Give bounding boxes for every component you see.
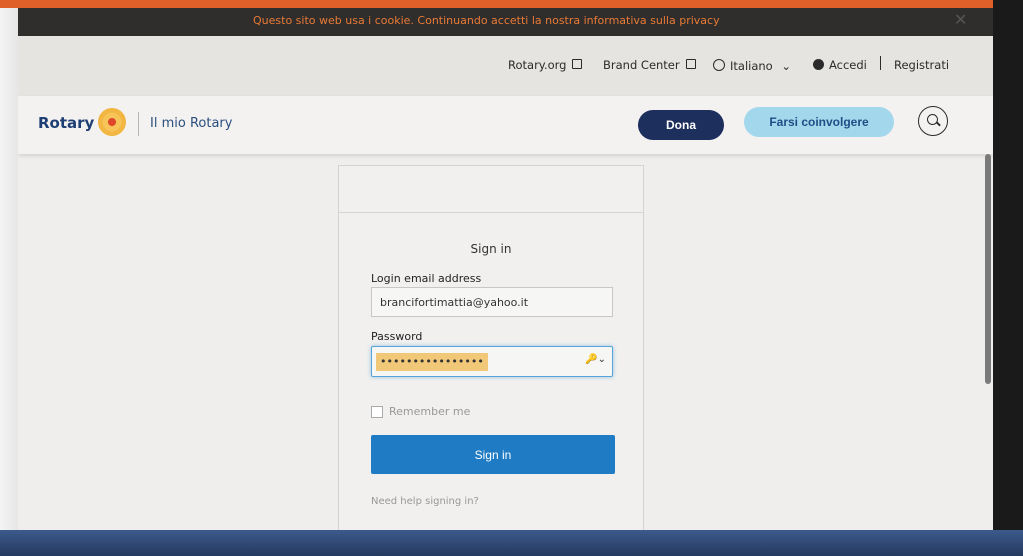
password-value: •••••••••••••••• bbox=[376, 353, 488, 371]
login-link[interactable]: Accedi bbox=[813, 58, 867, 72]
chevron-down-icon: ⌄ bbox=[781, 59, 792, 73]
header-divider bbox=[138, 112, 139, 136]
rotary-org-link[interactable]: Rotary.org bbox=[508, 58, 583, 72]
brand-center-label: Brand Center bbox=[603, 58, 680, 72]
search-button[interactable] bbox=[918, 106, 948, 136]
signin-title: Sign in bbox=[470, 242, 512, 256]
scrollbar[interactable] bbox=[985, 154, 991, 384]
panel-header bbox=[339, 166, 643, 213]
brand-center-link[interactable]: Brand Center bbox=[603, 58, 696, 72]
nav-separator bbox=[880, 56, 881, 70]
photo-frame-top bbox=[0, 0, 1023, 8]
user-icon bbox=[813, 59, 824, 70]
register-link[interactable]: Registrati bbox=[894, 58, 949, 72]
monitor-bezel-right bbox=[993, 0, 1023, 556]
rotary-logo-text[interactable]: Rotary bbox=[38, 114, 94, 132]
password-field[interactable]: •••••••••••••••• 🔑⌄ bbox=[371, 346, 613, 377]
site-header: Rotary Il mio Rotary Dona Farsi coinvolg… bbox=[18, 96, 993, 154]
cookie-banner-text[interactable]: Questo sito web usa i cookie. Continuand… bbox=[253, 14, 720, 27]
login-label: Accedi bbox=[829, 58, 867, 72]
photo-frame-left bbox=[0, 0, 18, 556]
email-label: Login email address bbox=[371, 272, 482, 285]
password-label: Password bbox=[371, 330, 423, 343]
key-icon[interactable]: 🔑⌄ bbox=[585, 354, 606, 365]
login-panel: Sign in Login email address Password •••… bbox=[338, 165, 644, 530]
signin-button[interactable]: Sign in bbox=[371, 435, 615, 474]
rotary-org-label: Rotary.org bbox=[508, 58, 567, 72]
remember-me-checkbox[interactable] bbox=[371, 406, 383, 418]
email-field[interactable] bbox=[371, 287, 613, 317]
browser-viewport: Questo sito web usa i cookie. Continuand… bbox=[18, 8, 993, 530]
rotary-wheel-icon[interactable] bbox=[98, 108, 126, 136]
language-label: Italiano bbox=[730, 59, 773, 73]
my-rotary-link[interactable]: Il mio Rotary bbox=[150, 116, 232, 131]
external-link-icon bbox=[685, 59, 696, 69]
close-icon[interactable]: ✕ bbox=[954, 10, 967, 29]
cookie-banner: Questo sito web usa i cookie. Continuand… bbox=[18, 8, 993, 36]
remember-me-label[interactable]: Remember me bbox=[389, 405, 470, 418]
taskbar-strip bbox=[0, 530, 1023, 556]
globe-icon bbox=[713, 59, 725, 71]
get-involved-button[interactable]: Farsi coinvolgere bbox=[744, 107, 894, 137]
language-selector[interactable]: Italiano ⌄ bbox=[713, 58, 791, 73]
donate-button[interactable]: Dona bbox=[638, 110, 724, 140]
utility-nav: Rotary.org Brand Center Italiano ⌄ Acced… bbox=[18, 36, 993, 96]
help-link[interactable]: Need help signing in? bbox=[371, 496, 479, 507]
external-link-icon bbox=[572, 59, 583, 69]
